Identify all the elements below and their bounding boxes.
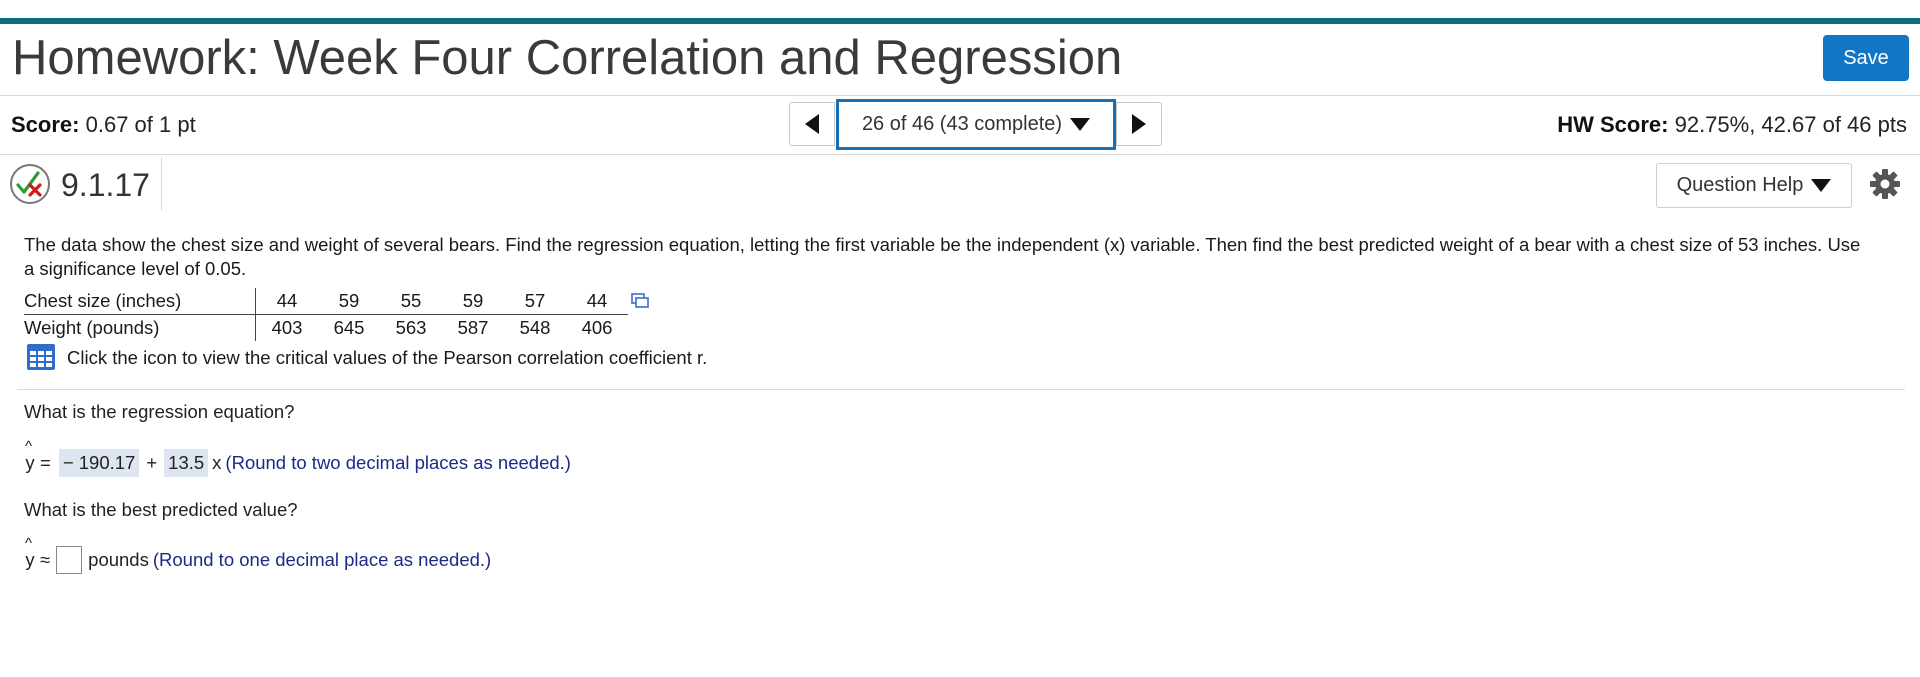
x-symbol: x bbox=[212, 452, 222, 473]
hw-score-display: HW Score: 92.75%, 42.67 of 46 pts bbox=[1557, 112, 1907, 138]
slope-answer[interactable]: 13.5 bbox=[164, 449, 209, 477]
table-cell: 403 bbox=[271, 317, 303, 338]
score-value: 0.67 of 1 pt bbox=[85, 112, 196, 137]
partial-credit-icon bbox=[10, 164, 50, 204]
table-cell: 563 bbox=[395, 317, 427, 338]
table-cell: 44 bbox=[566, 288, 628, 315]
table-row: Chest size (inches) 44 59 55 59 57 44 bbox=[24, 288, 628, 315]
gear-icon[interactable] bbox=[1869, 168, 1901, 200]
question-navigator-select[interactable]: 26 of 46 (43 complete) bbox=[836, 99, 1116, 150]
table-row: Weight (pounds) 403 645 563 587 548 406 bbox=[24, 314, 628, 341]
rounding-hint: (Round to one decimal place as needed.) bbox=[152, 549, 492, 570]
question-help-button[interactable]: Question Help bbox=[1656, 163, 1852, 208]
table-cell: 587 bbox=[457, 317, 489, 338]
row-label: Chest size (inches) bbox=[24, 288, 256, 315]
predicted-value-question: What is the best predicted value? bbox=[24, 499, 298, 520]
page-title: Homework: Week Four Correlation and Regr… bbox=[12, 31, 1123, 85]
copy-data-icon[interactable] bbox=[631, 293, 649, 309]
hw-score-label: HW Score: bbox=[1557, 112, 1669, 137]
table-cell: 44 bbox=[255, 288, 318, 315]
regression-question: What is the regression equation? bbox=[24, 401, 295, 422]
score-display: Score: 0.67 of 1 pt bbox=[11, 112, 196, 138]
divider bbox=[161, 157, 162, 211]
caret-down-icon bbox=[1070, 118, 1091, 131]
question-position: 26 of 46 (43 complete) bbox=[861, 113, 1063, 135]
critical-values-text: Click the icon to view the critical valu… bbox=[67, 347, 708, 368]
table-cell: 645 bbox=[333, 317, 365, 338]
caret-down-icon bbox=[1811, 179, 1832, 192]
save-button[interactable]: Save bbox=[1823, 35, 1909, 81]
previous-question-button[interactable] bbox=[789, 102, 835, 146]
table-cell: 59 bbox=[442, 288, 504, 315]
table-cell: 406 bbox=[581, 317, 613, 338]
table-cell: 57 bbox=[504, 288, 566, 315]
question-help-label: Question Help bbox=[1676, 174, 1804, 196]
predicted-value-equation: y ≈ pounds (Round to one decimal place a… bbox=[24, 535, 492, 575]
approx-sign: ≈ bbox=[40, 549, 51, 570]
plus-sign: + bbox=[146, 452, 158, 473]
regression-equation: y = − 190.17 + 13.5 x (Round to two deci… bbox=[24, 438, 571, 478]
divider bbox=[0, 95, 1920, 96]
intercept-answer[interactable]: − 190.17 bbox=[58, 449, 140, 477]
divider bbox=[17, 389, 1905, 390]
hw-score-value: 92.75%, 42.67 of 46 pts bbox=[1674, 112, 1907, 137]
score-label: Score: bbox=[11, 112, 80, 137]
y-hat-symbol: y bbox=[24, 438, 36, 474]
divider bbox=[0, 154, 1920, 155]
table-cell: 548 bbox=[519, 317, 551, 338]
data-table: Chest size (inches) 44 59 55 59 57 44 We… bbox=[24, 288, 628, 341]
next-question-button[interactable] bbox=[1116, 102, 1162, 146]
question-number: 9.1.17 bbox=[61, 167, 150, 203]
predicted-value-input[interactable] bbox=[56, 546, 83, 574]
y-hat-symbol: y bbox=[24, 535, 36, 571]
top-accent-bar bbox=[0, 18, 1920, 24]
table-cell: 59 bbox=[318, 288, 380, 315]
triangle-left-icon bbox=[805, 114, 819, 134]
rounding-hint: (Round to two decimal places as needed.) bbox=[225, 452, 571, 473]
problem-prompt: The data show the chest size and weight … bbox=[24, 234, 1861, 279]
table-cell: 55 bbox=[380, 288, 442, 315]
table-grid-icon[interactable] bbox=[27, 344, 55, 370]
row-label: Weight (pounds) bbox=[24, 314, 256, 341]
unit-label: pounds bbox=[88, 549, 149, 570]
triangle-right-icon bbox=[1132, 114, 1146, 134]
equals-sign: = bbox=[40, 452, 51, 473]
